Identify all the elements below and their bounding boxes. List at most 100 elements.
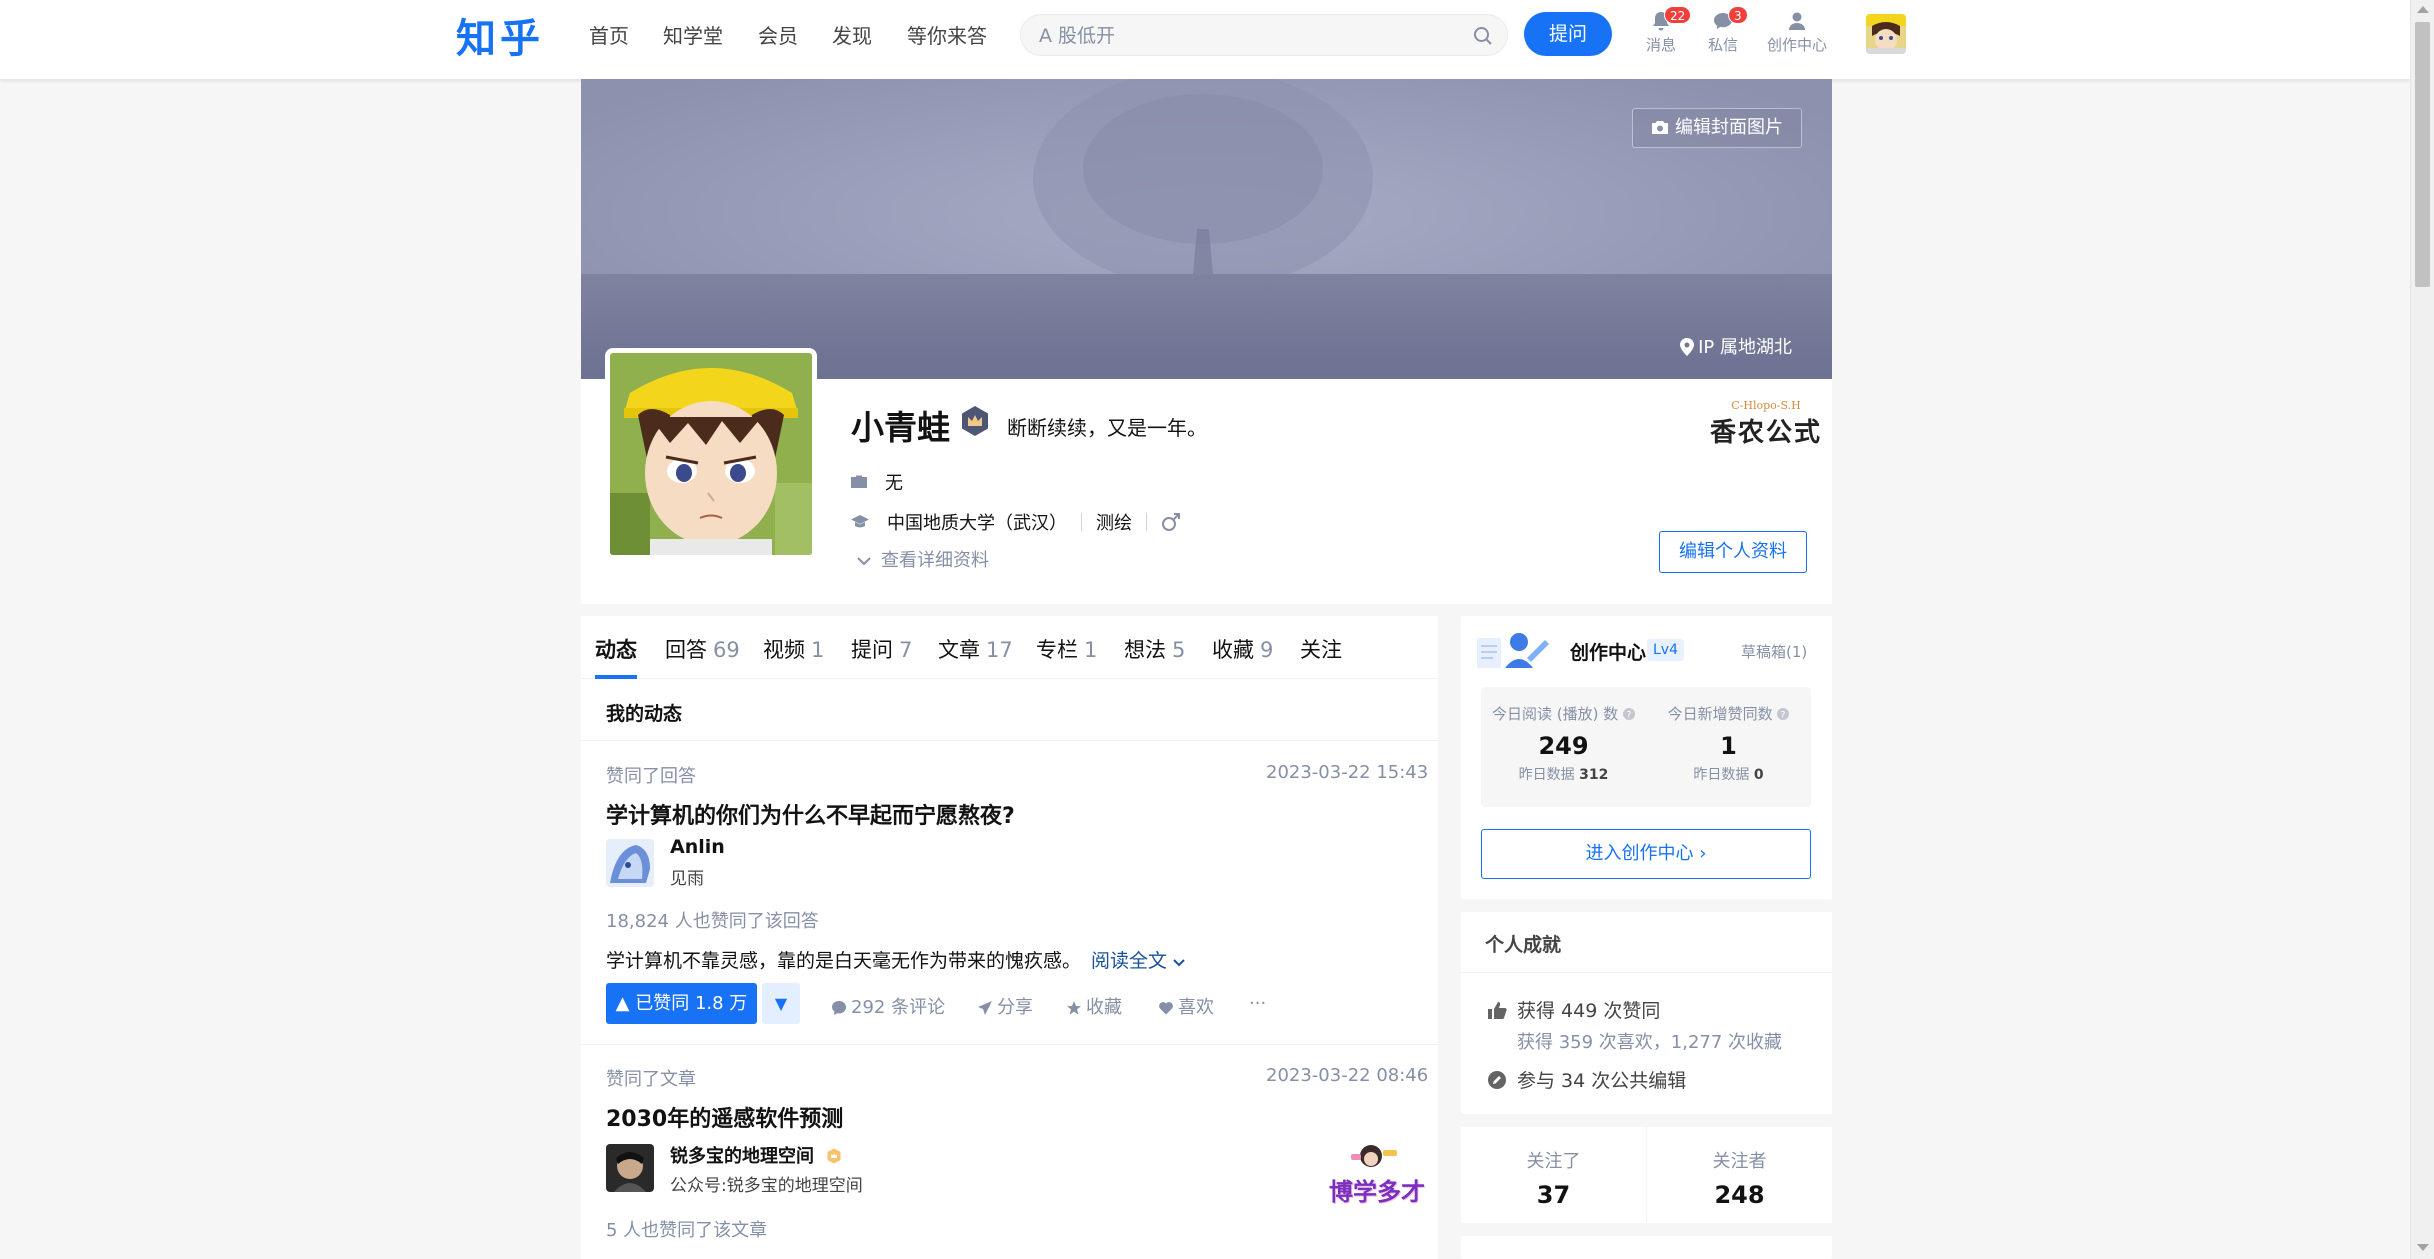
nav-home[interactable]: 首页 [589,20,629,49]
profile-tabs: 动态 回答 69 视频 1 提问 7 文章 17 专栏 1 想法 5 收藏 9 关注 [581,616,1438,679]
brand-logo-subtitle: C-Hlopo-S.H [1731,399,1801,412]
nav-explore[interactable]: 发现 [832,20,872,49]
collect-button[interactable]: 收藏 [1066,993,1122,1019]
major-value: 测绘 [1096,513,1132,534]
notifications-badge: 22 [1664,6,1692,24]
today-upvote-label: 今日新增赞同数 [1667,705,1773,723]
author-name[interactable]: Anlin [670,836,725,858]
messages-label: 私信 [1708,36,1739,54]
yesterday-read-value: 312 [1579,767,1609,783]
brand-logo-title: 香农公式 [1710,418,1823,448]
followers-stat[interactable]: 关注者 248 [1647,1127,1832,1209]
briefcase-icon [851,475,867,488]
divider [581,1044,1438,1045]
upvote-button[interactable]: ▲ 已赞同 1.8 万 [606,983,757,1024]
share-button[interactable]: 分享 [977,993,1033,1019]
edit-cover-button[interactable]: 编辑封面图片 [1632,108,1802,148]
tab-thoughts[interactable]: 想法 5 [1124,634,1185,664]
user-avatar[interactable] [1866,14,1906,54]
tab-videos[interactable]: 视频 1 [763,634,824,664]
edit-pencil-icon [1488,1070,1506,1089]
help-icon[interactable]: ? [1623,708,1636,721]
answer-excerpt[interactable]: 学计算机不靠灵感，靠的是白天毫无作为带来的愧疚感。 阅读全文 [606,946,1185,973]
feed-item-time: 2023-03-22 08:46 [1266,1065,1429,1086]
achievements-card: 个人成就 获得 449 次赞同 获得 359 次喜欢，1,277 次收藏 参与 … [1461,912,1832,1114]
page-scrollbar[interactable] [2410,0,2434,1259]
chevron-down-icon [857,557,871,566]
share-icon [978,1001,992,1015]
tab-activity[interactable]: 动态 [595,634,637,664]
scrollbar-thumb[interactable] [2415,22,2430,287]
brand-logo: C-Hlopo-S.H 香农公式 [1710,399,1822,449]
scroll-up-arrow-icon[interactable] [2417,6,2429,13]
comments-button[interactable]: 292 条评论 [831,993,945,1019]
drafts-link[interactable]: 草稿箱(1) [1741,641,1807,662]
like-label: 喜欢 [1178,997,1214,1018]
read-more-link[interactable]: 阅读全文 [1091,950,1185,972]
tab-label: 文章 [938,638,980,662]
comments-label: 292 条评论 [851,997,946,1018]
today-read-label: 今日阅读 (播放) 数 [1491,705,1619,723]
svg-text:?: ? [1627,711,1632,721]
tab-count: 69 [713,638,740,662]
like-button[interactable]: 喜欢 [1158,993,1214,1019]
achievements-title: 个人成就 [1485,934,1562,956]
search-icon[interactable] [1473,26,1493,46]
tab-label: 专栏 [1036,638,1078,662]
help-icon[interactable]: ? [1777,708,1790,721]
comment-icon [832,1001,846,1015]
likes-collections-text: 获得 359 次喜欢，1,277 次收藏 [1517,1032,1783,1053]
read-more-label: 阅读全文 [1091,950,1168,972]
creator-center-button[interactable]: 创作中心 [1767,10,1827,55]
tab-answers[interactable]: 回答 69 [665,634,740,664]
tab-following[interactable]: 关注 [1300,634,1342,664]
tab-label: 收藏 [1212,638,1254,662]
edit-profile-button[interactable]: 编辑个人资料 [1659,531,1807,573]
profile-avatar[interactable] [605,348,817,560]
author-avatar[interactable] [606,1144,654,1192]
tab-columns[interactable]: 专栏 1 [1036,634,1097,664]
divider [1461,972,1832,973]
nav-waiting-answers[interactable]: 等你来答 [907,20,987,49]
ask-question-button[interactable]: 提问 [1524,12,1612,56]
tab-collections[interactable]: 收藏 9 [1212,634,1273,664]
zhihu-logo[interactable]: 知乎 [456,6,544,64]
tab-articles[interactable]: 文章 17 [938,634,1013,664]
camera-icon [1652,121,1668,134]
enter-creator-center-button[interactable]: 进入创作中心 › [1481,829,1811,879]
nav-vip[interactable]: 会员 [758,20,798,49]
chevron-down-icon [1173,959,1185,967]
following-stat[interactable]: 关注了 37 [1461,1127,1646,1209]
crown-badge-icon[interactable] [959,405,991,437]
svg-text:?: ? [1781,711,1786,721]
author-avatar[interactable] [606,839,654,887]
tab-questions[interactable]: 提问 7 [851,634,912,664]
tab-count: 7 [899,638,913,662]
feed-item-title[interactable]: 2030年的遥感软件预测 [606,1101,843,1133]
downvote-button[interactable]: ▼ [762,983,800,1024]
followers-count: 248 [1714,1181,1765,1209]
nav-zhixuetang[interactable]: 知学堂 [663,20,723,49]
edits-text: 参与 34 次公共编辑 [1517,1070,1687,1092]
more-options-button[interactable]: ··· [1249,993,1266,1014]
author-name[interactable]: 锐多宝的地理空间 [670,1142,842,1168]
view-details-link[interactable]: 查看详细资料 [857,546,989,572]
next-sidebar-card [1461,1236,1832,1259]
messages-button[interactable]: 私信 3 [1708,6,1748,55]
yesterday-upvote-value: 0 [1753,767,1764,783]
feed-item-action: 赞同了文章 [606,1069,696,1090]
tab-count: 1 [811,638,825,662]
search-input[interactable] [1039,23,1459,49]
tab-label: 提问 [851,638,893,662]
tab-count: 1 [1084,638,1098,662]
yesterday-read-label: 昨日数据 [1518,767,1575,783]
top-navigation-bar: 知乎 首页 知学堂 会员 发现 等你来答 提问 消息 22 私信 3 创作中心 [0,0,2410,80]
creator-center-title[interactable]: 创作中心 [1570,638,1646,665]
scroll-down-arrow-icon[interactable] [2417,1244,2429,1251]
active-tab-indicator [595,675,637,679]
article-cover-thumbnail[interactable]: 博学多才 [1325,1142,1425,1206]
feed-item-title[interactable]: 学计算机的你们为什么不早起而宁愿熬夜? [606,798,1015,830]
search-box [1020,14,1508,56]
notifications-button[interactable]: 消息 22 [1646,6,1692,55]
profile-header-card: 编辑封面图片 IP 属地湖北 小青蛙 断断续续，又是一年。 无 中国地质大学（武… [581,79,1832,604]
